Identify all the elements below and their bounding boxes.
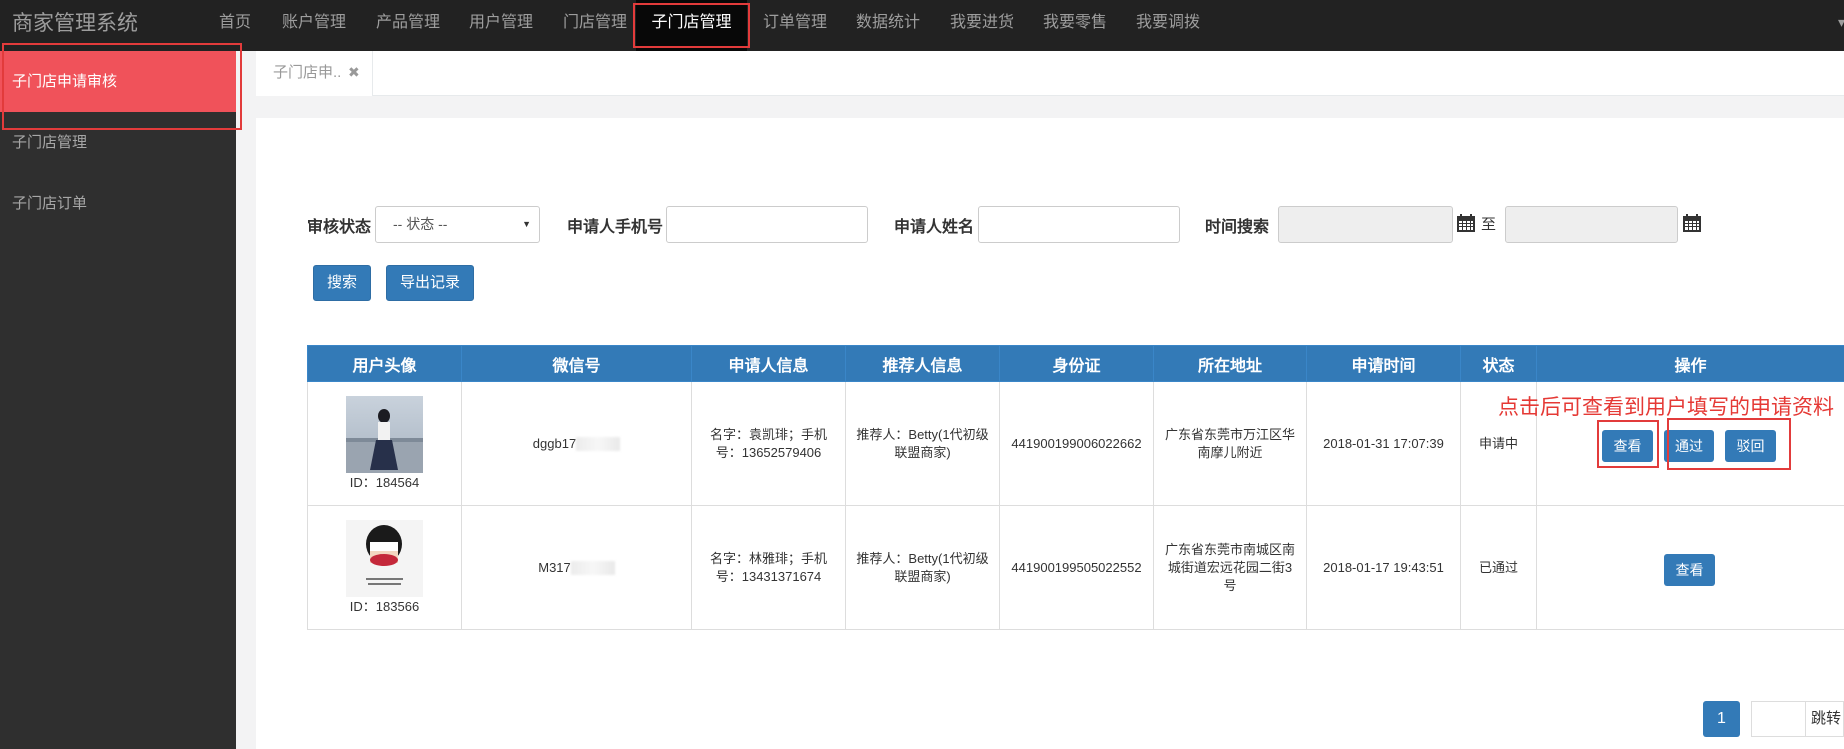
approve-button[interactable]: 通过 [1664, 430, 1714, 462]
status-select[interactable]: -- 状态 -- ▼ [375, 206, 540, 243]
nav-item-stores[interactable]: 门店管理 [563, 0, 627, 51]
user-menu-icon[interactable]: ▾ [1838, 14, 1844, 31]
calendar-icon[interactable] [1456, 213, 1476, 233]
wechat-id: M317 [538, 559, 571, 575]
referrer-info: 推荐人：Betty(1代初级联盟商家) [845, 381, 1000, 506]
sidebar-item-manage[interactable]: 子门店管理 [0, 112, 236, 173]
apply-time: 2018-01-17 19:43:51 [1306, 505, 1461, 630]
nav-item-accounts[interactable]: 账户管理 [282, 0, 346, 51]
nav-item-statistics[interactable]: 数据统计 [856, 0, 920, 51]
page-number-input[interactable] [1751, 701, 1806, 737]
status-filter-label: 审核状态 [307, 219, 372, 236]
sidebar: 子门店申请审核 子门店管理 子门店订单 [0, 51, 236, 749]
applicant-info: 名字：林雅琲；手机号：13431371674 [691, 505, 846, 630]
column-header: 申请人信息 [691, 345, 846, 382]
search-button[interactable]: 搜索 [313, 265, 371, 301]
column-header: 状态 [1460, 345, 1537, 382]
tab-review[interactable]: 子门店申.. ✖ [256, 51, 373, 96]
sidebar-item-orders[interactable]: 子门店订单 [0, 173, 236, 234]
view-button[interactable]: 查看 [1664, 554, 1715, 586]
phone-input[interactable] [666, 206, 868, 243]
nav-item-purchase[interactable]: 我要进货 [950, 0, 1014, 51]
tab-bar: 子门店申.. ✖ [256, 51, 1844, 96]
tab-label: 子门店申.. [273, 64, 342, 81]
redaction-mask [570, 561, 615, 576]
page-button-current[interactable]: 1 [1703, 701, 1740, 737]
applicant-info: 名字：袁凯琲；手机号：13652579406 [691, 381, 846, 506]
phone-filter-label: 申请人手机号 [567, 219, 664, 236]
applications-table: 用户头像 微信号 申请人信息 推荐人信息 身份证 所在地址 申请时间 状态 操作 [307, 345, 1844, 630]
name-filter-label: 申请人姓名 [894, 219, 975, 236]
redaction-mask [576, 437, 621, 452]
status-text: 已通过 [1460, 505, 1537, 630]
wechat-id: dggb17 [532, 435, 577, 451]
user-id: ID：184564 [349, 474, 420, 490]
address: 广东省东莞市南城区南城街道宏远花园二街3号 [1153, 505, 1307, 630]
nav-item-transfer[interactable]: 我要调拨 [1136, 0, 1200, 51]
avatar[interactable] [346, 395, 423, 473]
app-title[interactable]: 商家管理系统 [12, 0, 138, 51]
page-jump-button[interactable]: 跳转 [1806, 701, 1844, 737]
referrer-info: 推荐人：Betty(1代初级联盟商家) [845, 505, 1000, 630]
table-header-row: 用户头像 微信号 申请人信息 推荐人信息 身份证 所在地址 申请时间 状态 操作 [307, 345, 1844, 382]
name-input[interactable] [978, 206, 1180, 243]
reject-button[interactable]: 驳回 [1725, 430, 1776, 462]
start-date-input[interactable] [1278, 206, 1453, 243]
nav-item-retail[interactable]: 我要零售 [1043, 0, 1107, 51]
column-header: 操作 [1536, 345, 1844, 382]
column-header: 推荐人信息 [845, 345, 1000, 382]
nav-item-orders[interactable]: 订单管理 [763, 0, 827, 51]
apply-time: 2018-01-31 17:07:39 [1306, 381, 1461, 506]
end-date-input[interactable] [1505, 206, 1678, 243]
top-navbar: 商家管理系统 首页 账户管理 产品管理 用户管理 门店管理 子门店管理 订单管理… [0, 0, 1844, 51]
sidebar-item-review[interactable]: 子门店申请审核 [0, 51, 236, 112]
view-button[interactable]: 查看 [1602, 430, 1653, 462]
id-card-number: 441900199006022662 [999, 381, 1154, 506]
avatar[interactable] [346, 519, 423, 597]
nav-item-products[interactable]: 产品管理 [376, 0, 440, 51]
address: 广东省东莞市万江区华南摩儿附近 [1153, 381, 1307, 506]
nav-item-home[interactable]: 首页 [219, 0, 251, 51]
user-id: ID：183566 [349, 598, 420, 614]
caret-down-icon: ▼ [522, 219, 531, 229]
column-header: 申请时间 [1306, 345, 1461, 382]
annotation-note: 点击后可查看到用户填写的申请资料 [1498, 396, 1834, 419]
column-header: 微信号 [461, 345, 692, 382]
time-filter-label: 时间搜索 [1205, 219, 1270, 236]
id-card-number: 441900199505022552 [999, 505, 1154, 630]
status-select-value: -- 状态 -- [393, 216, 448, 232]
close-icon[interactable]: ✖ [348, 51, 360, 94]
calendar-icon[interactable] [1682, 213, 1702, 233]
column-header: 用户头像 [307, 345, 462, 382]
nav-item-sub-stores[interactable]: 子门店管理 [636, 0, 747, 51]
column-header: 身份证 [999, 345, 1154, 382]
date-range-to-label: 至 [1481, 216, 1497, 233]
nav-item-users[interactable]: 用户管理 [469, 0, 533, 51]
export-button[interactable]: 导出记录 [386, 265, 474, 301]
table-row: ID：183566 M317 名字：林雅琲；手机号：13431371674 推荐… [307, 505, 1844, 630]
column-header: 所在地址 [1153, 345, 1307, 382]
